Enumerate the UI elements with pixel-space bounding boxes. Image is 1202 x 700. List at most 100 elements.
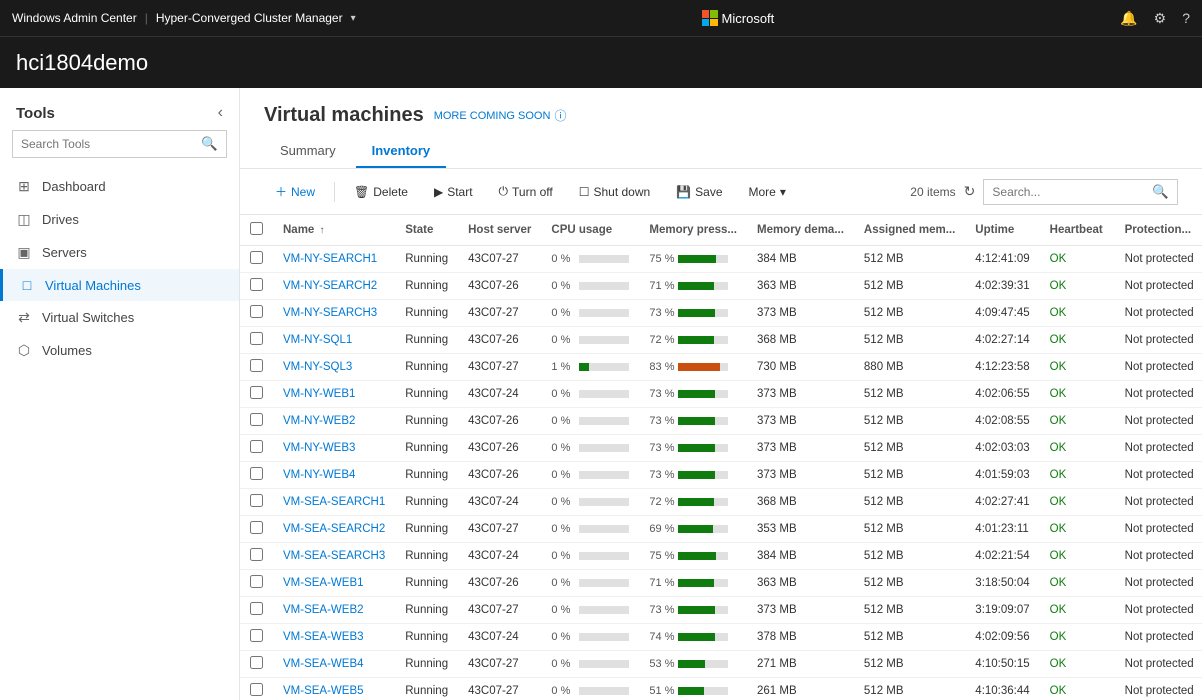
vm-mem-press-cell: 75 % — [639, 246, 747, 273]
vm-link[interactable]: VM-NY-SEARCH3 — [283, 307, 377, 319]
row-checkbox-cell[interactable] — [240, 597, 273, 624]
vm-link[interactable]: VM-NY-WEB4 — [283, 469, 355, 481]
search-input[interactable] — [984, 181, 1144, 203]
row-checkbox[interactable] — [250, 602, 263, 615]
vm-link[interactable]: VM-SEA-SEARCH2 — [283, 523, 385, 535]
settings-icon[interactable]: ⚙ — [1154, 10, 1167, 27]
search-tools-button[interactable]: 🔍 — [193, 131, 226, 157]
row-checkbox[interactable] — [250, 467, 263, 480]
row-checkbox[interactable] — [250, 494, 263, 507]
vm-link[interactable]: VM-NY-WEB3 — [283, 442, 355, 454]
row-checkbox-cell[interactable] — [240, 570, 273, 597]
col-mem-assigned: Assigned mem... — [854, 215, 965, 246]
vm-link[interactable]: VM-SEA-WEB5 — [283, 685, 364, 697]
row-checkbox-cell[interactable] — [240, 246, 273, 273]
row-checkbox[interactable] — [250, 332, 263, 345]
refresh-button[interactable]: ↻ — [964, 183, 976, 200]
search-bar-button[interactable]: 🔍 — [1144, 180, 1177, 204]
row-checkbox[interactable] — [250, 386, 263, 399]
row-checkbox-cell[interactable] — [240, 462, 273, 489]
row-checkbox-cell[interactable] — [240, 273, 273, 300]
sidebar-item-servers[interactable]: ▣ Servers — [0, 236, 239, 269]
select-all-header[interactable] — [240, 215, 273, 246]
row-checkbox-cell[interactable] — [240, 408, 273, 435]
vm-link[interactable]: VM-NY-WEB2 — [283, 415, 355, 427]
sidebar-item-drives[interactable]: ◫ Drives — [0, 203, 239, 236]
sidebar-collapse-button[interactable]: ‹ — [218, 104, 223, 122]
cluster-manager-label[interactable]: Hyper-Converged Cluster Manager — [156, 11, 343, 25]
sidebar-item-virtual-machines[interactable]: □ Virtual Machines — [0, 269, 239, 301]
row-checkbox-cell[interactable] — [240, 300, 273, 327]
shutdown-button[interactable]: ☐ Shut down — [568, 179, 661, 205]
notification-icon[interactable]: 🔔 — [1120, 10, 1137, 27]
vm-link[interactable]: VM-NY-SQL1 — [283, 334, 352, 346]
vm-mem-press-cell: 53 % — [639, 651, 747, 678]
col-name[interactable]: Name ↑ — [273, 215, 395, 246]
row-checkbox[interactable] — [250, 548, 263, 561]
mem-bar-fill — [678, 336, 714, 344]
delete-button[interactable]: 🗑 Delete — [343, 179, 419, 205]
row-checkbox[interactable] — [250, 305, 263, 318]
save-button[interactable]: 💾 Save — [665, 179, 733, 205]
tab-summary[interactable]: Summary — [264, 135, 352, 168]
vm-link[interactable]: VM-NY-WEB1 — [283, 388, 355, 400]
mem-label: 72 % — [649, 496, 674, 508]
vm-link[interactable]: VM-NY-SEARCH1 — [283, 253, 377, 265]
row-checkbox[interactable] — [250, 656, 263, 669]
row-checkbox-cell[interactable] — [240, 543, 273, 570]
row-checkbox[interactable] — [250, 521, 263, 534]
save-label: Save — [695, 185, 722, 199]
cpu-bar: 0 % — [551, 307, 629, 319]
sidebar-item-virtual-switches[interactable]: ⇄ Virtual Switches — [0, 301, 239, 334]
row-checkbox-cell[interactable] — [240, 354, 273, 381]
vm-mem-demand-cell: 363 MB — [747, 570, 854, 597]
vm-cpu-cell: 0 % — [541, 543, 639, 570]
row-checkbox-cell[interactable] — [240, 489, 273, 516]
cpu-label: 0 % — [551, 523, 575, 535]
turnoff-button[interactable]: ⏻ Turn off — [488, 178, 564, 205]
vm-link[interactable]: VM-SEA-WEB1 — [283, 577, 364, 589]
row-checkbox[interactable] — [250, 683, 263, 696]
mem-bar: 73 % — [649, 442, 737, 454]
vm-link[interactable]: VM-NY-SEARCH2 — [283, 280, 377, 292]
row-checkbox[interactable] — [250, 251, 263, 264]
col-state: State — [395, 215, 458, 246]
row-checkbox[interactable] — [250, 413, 263, 426]
help-icon[interactable]: ? — [1182, 10, 1190, 26]
row-checkbox-cell[interactable] — [240, 651, 273, 678]
vm-mem-demand-cell: 730 MB — [747, 354, 854, 381]
vm-link[interactable]: VM-SEA-SEARCH3 — [283, 550, 385, 562]
vm-cpu-cell: 0 % — [541, 435, 639, 462]
vm-link[interactable]: VM-NY-SQL3 — [283, 361, 352, 373]
row-checkbox-cell[interactable] — [240, 327, 273, 354]
search-tools-input[interactable] — [13, 132, 193, 156]
vm-link[interactable]: VM-SEA-SEARCH1 — [283, 496, 385, 508]
row-checkbox-cell[interactable] — [240, 678, 273, 700]
vm-link[interactable]: VM-SEA-WEB2 — [283, 604, 364, 616]
row-checkbox[interactable] — [250, 575, 263, 588]
new-button[interactable]: ＋ New — [264, 177, 326, 206]
row-checkbox[interactable] — [250, 278, 263, 291]
sidebar-item-dashboard[interactable]: ⊞ Dashboard — [0, 170, 239, 203]
sidebar-item-volumes[interactable]: ⬡ Volumes — [0, 334, 239, 367]
row-checkbox-cell[interactable] — [240, 516, 273, 543]
row-checkbox[interactable] — [250, 440, 263, 453]
mem-bar-bg — [678, 660, 728, 668]
row-checkbox-cell[interactable] — [240, 381, 273, 408]
vm-link[interactable]: VM-SEA-WEB3 — [283, 631, 364, 643]
select-all-checkbox[interactable] — [250, 222, 263, 235]
vm-state-cell: Running — [395, 462, 458, 489]
tab-inventory[interactable]: Inventory — [356, 135, 447, 168]
vm-link[interactable]: VM-SEA-WEB4 — [283, 658, 364, 670]
mem-bar-fill — [678, 417, 715, 425]
more-button[interactable]: More ▾ — [738, 179, 797, 205]
row-checkbox[interactable] — [250, 629, 263, 642]
more-coming-label[interactable]: MORE COMING SOON ⓘ — [434, 107, 567, 124]
row-checkbox[interactable] — [250, 359, 263, 372]
mem-bar-bg — [678, 606, 728, 614]
row-checkbox-cell[interactable] — [240, 435, 273, 462]
tabs: Summary Inventory — [264, 135, 1178, 168]
mem-bar: 73 % — [649, 388, 737, 400]
row-checkbox-cell[interactable] — [240, 624, 273, 651]
start-button[interactable]: ▶ Start — [423, 179, 484, 205]
